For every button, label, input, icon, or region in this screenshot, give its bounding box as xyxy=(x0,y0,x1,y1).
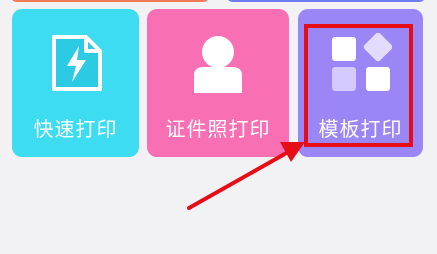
person-portrait-icon xyxy=(188,33,248,99)
highlight-box xyxy=(304,24,413,147)
id-photo-print-tile[interactable]: 证件照打印 xyxy=(147,9,289,157)
quick-print-label: 快速打印 xyxy=(33,117,118,141)
lightning-document-icon xyxy=(46,33,106,99)
id-photo-print-label: 证件照打印 xyxy=(165,117,271,141)
top-card-stub-left xyxy=(10,0,210,2)
top-card-stub-right xyxy=(226,0,426,2)
quick-print-tile[interactable]: 快速打印 xyxy=(12,9,139,157)
